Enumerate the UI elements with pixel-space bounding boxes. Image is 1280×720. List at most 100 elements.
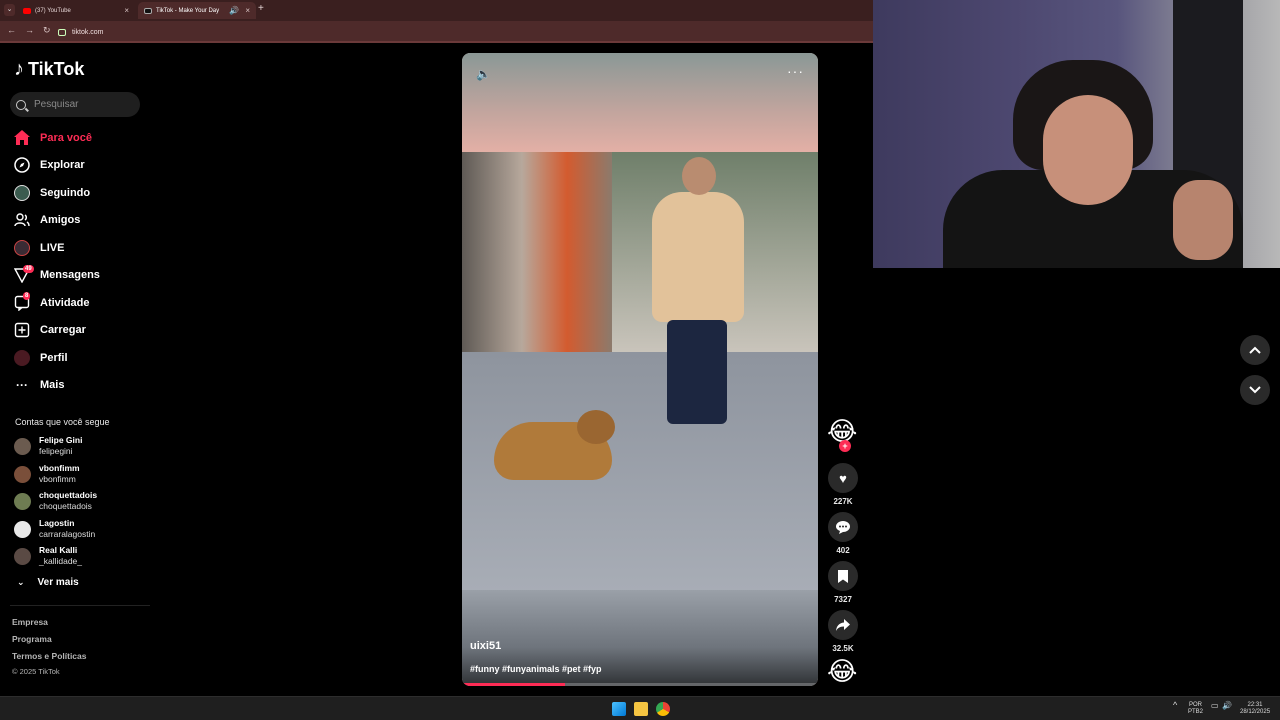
more-options-icon[interactable]: ··· xyxy=(787,63,804,79)
sidebar-item-seguindo[interactable]: Seguindo xyxy=(13,179,153,207)
video-progress-fill xyxy=(462,683,566,686)
video-caption[interactable]: #funny #funyanimals #pet #fyp xyxy=(470,664,602,674)
windows-start-icon[interactable] xyxy=(612,702,626,716)
sidebar-nav: Para você Explorar Seguindo Amigos LIVE … xyxy=(13,124,153,399)
see-more-label: Ver mais xyxy=(37,577,79,588)
keyboard-layout: PTB2 xyxy=(1188,709,1204,715)
reload-button[interactable]: ↻ xyxy=(43,25,51,36)
account-handle: felipegini xyxy=(39,446,73,456)
avatar xyxy=(14,492,31,510)
footer-link-empresa[interactable]: Empresa xyxy=(12,617,48,627)
search-input[interactable]: Pesquisar xyxy=(10,92,140,117)
sidebar-item-label: LIVE xyxy=(40,241,65,254)
sidebar-item-atividade[interactable]: 8 Atividade xyxy=(13,289,153,317)
search-placeholder: Pesquisar xyxy=(34,99,79,110)
file-explorer-icon[interactable] xyxy=(634,702,648,716)
following-account-item[interactable]: Felipe Gini felipegini xyxy=(14,434,82,458)
avatar xyxy=(14,547,31,565)
account-name: Felipe Gini xyxy=(39,435,83,445)
following-account-item[interactable]: Real Kalli _kallidade_ xyxy=(14,544,82,568)
profile-icon xyxy=(13,349,31,367)
heart-icon: ♥ xyxy=(828,463,858,493)
account-handle: choquettadois xyxy=(39,501,92,511)
tiktok-logo[interactable]: ♪ TikTok xyxy=(14,58,84,81)
tab-tiktok[interactable]: TikTok - Make Your Day 🔊 × xyxy=(138,2,256,19)
sidebar-item-para-voce[interactable]: Para você xyxy=(13,124,153,152)
video-author[interactable]: uixi51 xyxy=(470,640,501,652)
previous-video-button[interactable] xyxy=(1240,335,1270,365)
sidebar-item-live[interactable]: LIVE xyxy=(13,234,153,262)
search-icon xyxy=(16,99,26,110)
footer-link-programa[interactable]: Programa xyxy=(12,634,52,644)
avatar xyxy=(14,520,31,538)
site-info-icon[interactable] xyxy=(58,28,66,36)
upload-icon xyxy=(13,321,31,339)
clock[interactable]: 22:31 28/12/2025 xyxy=(1240,702,1270,716)
copyright: © 2025 TikTok xyxy=(12,667,60,676)
clock-date: 28/12/2025 xyxy=(1240,709,1271,715)
comment-button[interactable]: 402 xyxy=(828,512,858,555)
sound-disc-icon[interactable]: 😂 xyxy=(827,656,857,686)
account-name: Lagostin xyxy=(39,518,75,528)
chevron-down-icon: ⌄ xyxy=(17,577,25,587)
following-account-item[interactable]: vbonfimm vbonfimm xyxy=(14,462,80,486)
language-indicator[interactable]: POR PTB2 xyxy=(1188,702,1203,716)
sidebar-item-label: Mais xyxy=(40,379,65,392)
close-tab-icon[interactable]: × xyxy=(124,6,129,15)
share-count: 32.5K xyxy=(832,644,854,653)
avatar xyxy=(14,437,31,455)
like-button[interactable]: ♥ 227K xyxy=(828,463,858,506)
browser-tab-strip: ⌄ (37) YouTube × TikTok - Make Your Day … xyxy=(0,0,873,21)
tab-title: (37) YouTube xyxy=(35,7,71,14)
save-button[interactable]: 7327 xyxy=(828,561,858,604)
webcam-overlay xyxy=(873,0,1280,268)
video-player[interactable]: 🔈 ··· uixi51 #funny #funyanimals #pet #f… xyxy=(462,53,818,686)
sidebar-item-explorar[interactable]: Explorar xyxy=(13,152,153,180)
chrome-icon[interactable] xyxy=(656,702,670,716)
like-count: 227K xyxy=(833,497,853,506)
following-account-item[interactable]: choquettadois choquettadois xyxy=(14,489,97,513)
url-field[interactable]: tiktok.com xyxy=(58,24,866,40)
sidebar-item-amigos[interactable]: Amigos xyxy=(13,207,153,235)
sidebar-item-label: Amigos xyxy=(40,214,81,227)
footer-link-termos[interactable]: Termos e Políticas xyxy=(12,651,86,661)
sidebar-item-label: Seguindo xyxy=(40,186,91,199)
network-icon[interactable]: ▭ xyxy=(1211,702,1219,710)
friends-icon xyxy=(13,211,31,229)
home-icon xyxy=(13,129,31,147)
see-more-button[interactable]: ⌄ Ver mais xyxy=(17,577,79,588)
following-account-item[interactable]: Lagostin carraralagostin xyxy=(14,517,95,541)
sidebar-item-label: Perfil xyxy=(40,351,68,364)
tray-chevron-up-icon[interactable]: ^ xyxy=(1173,701,1177,710)
back-button[interactable]: ← xyxy=(7,25,16,35)
more-icon: ··· xyxy=(16,378,28,393)
avatar xyxy=(14,465,31,483)
chevron-up-icon xyxy=(1249,346,1261,354)
sidebar-item-mensagens[interactable]: 49 Mensagens xyxy=(13,262,153,290)
follow-plus-icon[interactable]: + xyxy=(839,440,851,452)
tab-title: TikTok - Make Your Day xyxy=(156,7,220,14)
volume-icon[interactable]: 🔈 xyxy=(476,67,491,81)
forward-button[interactable]: → xyxy=(25,25,34,35)
next-video-button[interactable] xyxy=(1240,375,1270,405)
streamer-face xyxy=(1043,95,1133,205)
close-tab-icon[interactable]: × xyxy=(245,6,250,15)
bookmark-icon xyxy=(828,561,858,591)
live-icon xyxy=(13,239,31,257)
new-tab-button[interactable]: + xyxy=(258,3,264,14)
sidebar-item-carregar[interactable]: Carregar xyxy=(13,317,153,345)
following-section-title: Contas que você segue xyxy=(15,417,110,427)
tab-youtube[interactable]: (37) YouTube × xyxy=(17,2,135,19)
comment-count: 402 xyxy=(836,546,850,555)
sidebar-divider xyxy=(10,605,150,606)
tab-search-button[interactable]: ⌄ xyxy=(4,4,15,16)
account-name: Real Kalli xyxy=(39,545,78,555)
sidebar-item-perfil[interactable]: Perfil xyxy=(13,344,153,372)
video-progress-bar[interactable] xyxy=(462,683,818,686)
volume-tray-icon[interactable]: 🔊 xyxy=(1222,702,1232,710)
share-button[interactable]: 32.5K xyxy=(828,610,858,653)
creator-avatar[interactable]: 😂 + xyxy=(827,416,857,452)
audio-playing-icon[interactable]: 🔊 xyxy=(229,6,239,15)
video-person xyxy=(652,192,744,322)
sidebar-item-mais[interactable]: ··· Mais xyxy=(13,372,153,400)
